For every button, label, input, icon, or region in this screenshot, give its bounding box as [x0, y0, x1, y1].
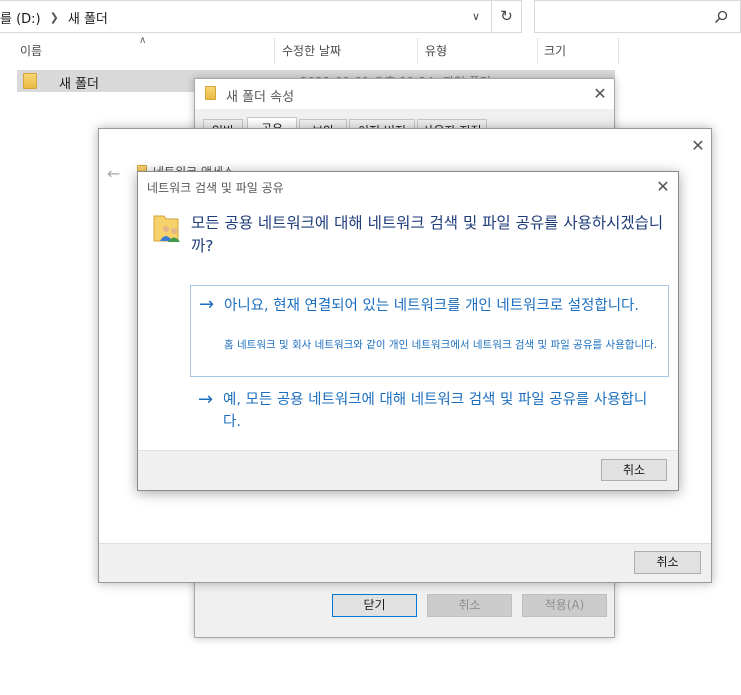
column-header-name[interactable]: 이름 — [20, 39, 42, 63]
column-header-size[interactable]: 크기 — [544, 39, 566, 63]
column-header-date[interactable]: 수정한 날짜 — [282, 39, 341, 63]
back-arrow-icon[interactable]: ← — [107, 164, 120, 183]
column-header-type[interactable]: 유형 — [425, 39, 447, 63]
option-enable-public-sharing[interactable]: → 예, 모든 공용 네트워크에 대해 네트워크 검색 및 파일 공유를 사용합… — [190, 384, 669, 436]
folder-icon — [23, 73, 37, 89]
search-icon[interactable] — [714, 10, 728, 24]
refresh-icon[interactable]: ↻ — [491, 1, 521, 32]
dialog-title: 네트워크 검색 및 파일 공유 — [147, 181, 284, 195]
option-yes-label: 예, 모든 공용 네트워크에 대해 네트워크 검색 및 파일 공유를 사용합니다… — [223, 392, 648, 430]
apply-button[interactable]: 적용(A) — [522, 594, 607, 617]
dialog-question: 모든 공용 네트워크에 대해 네트워크 검색 및 파일 공유를 사용하시겠습니까… — [191, 214, 664, 255]
close-icon[interactable]: ✕ — [687, 135, 709, 157]
option-no-description: 홈 네트워크 및 회사 네트워크와 같이 개인 네트워크에서 네트워크 검색 및… — [224, 339, 658, 351]
search-input[interactable] — [534, 0, 741, 33]
column-divider[interactable] — [417, 38, 418, 64]
breadcrumb-drive[interactable]: 를 (D:) — [0, 8, 41, 27]
close-button[interactable]: 닫기 — [332, 594, 417, 617]
column-divider[interactable] — [274, 38, 275, 64]
file-name: 새 폴더 — [59, 77, 100, 92]
breadcrumb-folder[interactable]: 새 폴더 — [68, 8, 108, 27]
option-set-private-network[interactable]: → 아니요, 현재 연결되어 있는 네트워크를 개인 네트워크로 설정합니다. … — [190, 285, 669, 377]
close-icon[interactable]: ✕ — [589, 83, 611, 105]
cancel-button[interactable]: 취소 — [427, 594, 512, 617]
folder-icon — [205, 86, 216, 100]
network-discovery-dialog: 네트워크 검색 및 파일 공유 ✕ 모든 공용 네트워크에 대해 네트워크 검색… — [137, 171, 679, 491]
cancel-button[interactable]: 취소 — [601, 459, 667, 481]
properties-titlebar[interactable]: 새 폴더 속성 ✕ — [195, 79, 614, 109]
chevron-right-icon: ❯ — [49, 10, 59, 24]
button-bar — [99, 543, 711, 582]
button-bar — [138, 450, 678, 490]
arrow-right-icon: → — [198, 389, 214, 410]
arrow-right-icon: → — [199, 294, 215, 315]
network-users-icon — [153, 215, 180, 242]
cancel-button[interactable]: 취소 — [634, 551, 701, 574]
properties-title: 새 폴더 속성 — [226, 90, 295, 105]
sort-ascending-icon: ∧ — [139, 35, 147, 46]
column-divider[interactable] — [537, 38, 538, 64]
chevron-down-icon[interactable]: ∨ — [466, 8, 486, 26]
close-icon[interactable]: ✕ — [652, 176, 674, 198]
breadcrumb: 를 (D:) ❯ 새 폴더 — [0, 8, 108, 27]
column-divider[interactable] — [618, 38, 619, 64]
option-no-label: 아니요, 현재 연결되어 있는 네트워크를 개인 네트워크로 설정합니다. — [224, 298, 639, 314]
